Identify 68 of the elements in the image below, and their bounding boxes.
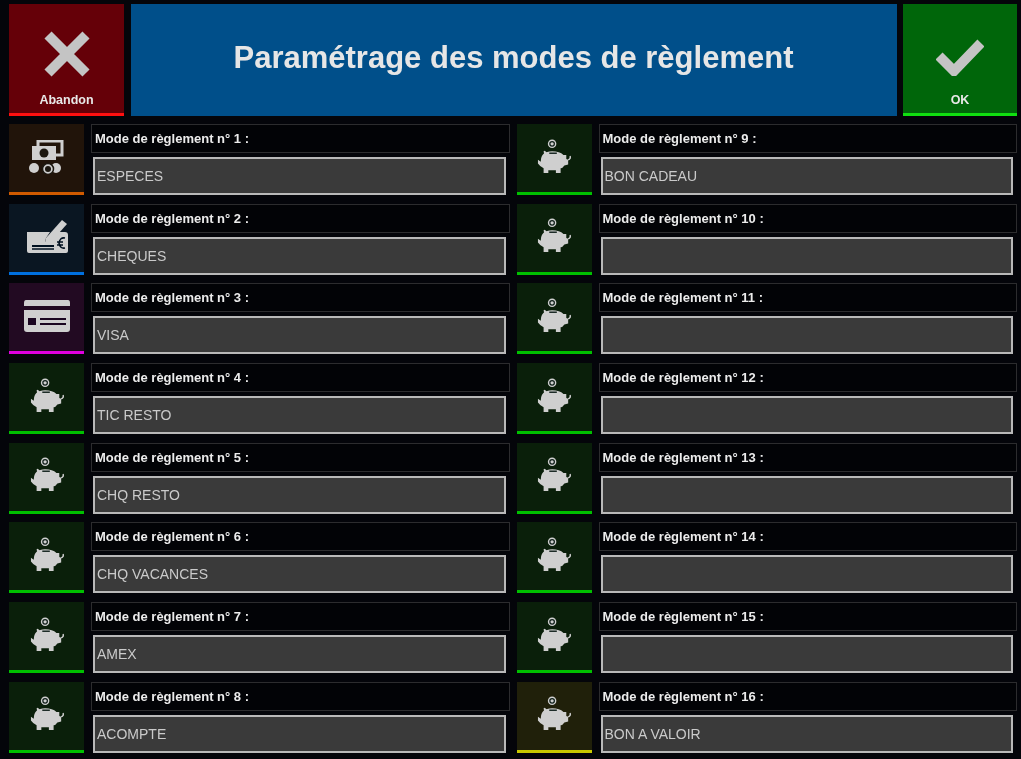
ok-button[interactable]: OK <box>903 4 1017 116</box>
input-field[interactable]: BON A VALOIR <box>600 714 1013 753</box>
field-label: Mode de règlement n° 3 : <box>91 283 510 313</box>
payment-type-button[interactable] <box>9 681 84 753</box>
cancel-button[interactable]: Abandon <box>9 4 124 116</box>
field-label: Mode de règlement n° 8 : <box>91 681 510 711</box>
payment-type-button[interactable] <box>516 283 592 355</box>
field-label: Mode de règlement n° 12 : <box>598 363 1017 393</box>
piggy-bank-icon <box>29 696 64 733</box>
field-label: Mode de règlement n° 16 : <box>598 681 1017 711</box>
input-field[interactable]: CHQ RESTO <box>93 475 506 514</box>
field-label: Mode de règlement n° 6 : <box>91 522 510 552</box>
field-label: Mode de règlement n° 2 : <box>91 203 510 233</box>
field-label: Mode de règlement n° 13 : <box>598 442 1017 472</box>
piggy-bank-icon <box>537 377 571 414</box>
field-label: Mode de règlement n° 4 : <box>91 363 510 393</box>
piggy-bank-icon <box>537 218 571 255</box>
card-icon <box>22 298 71 333</box>
payment-type-button[interactable] <box>9 203 84 275</box>
input-field[interactable]: CHQ VACANCES <box>93 555 506 594</box>
input-field[interactable] <box>600 475 1013 514</box>
payment-type-button[interactable] <box>9 363 84 435</box>
payment-type-button[interactable] <box>516 522 592 594</box>
piggy-bank-icon <box>29 616 64 653</box>
input-field[interactable] <box>600 635 1013 674</box>
piggy-bank-icon <box>537 616 571 653</box>
piggy-bank-icon <box>29 457 64 494</box>
input-field[interactable]: ESPECES <box>93 157 506 195</box>
input-field[interactable]: CHEQUES <box>93 236 506 275</box>
payment-type-button[interactable] <box>516 602 592 674</box>
payment-type-button[interactable] <box>516 124 592 195</box>
field-label: Mode de règlement n° 14 : <box>598 522 1017 552</box>
field-label: Mode de règlement n° 1 : <box>91 124 510 153</box>
input-field[interactable] <box>600 396 1013 435</box>
piggy-bank-icon <box>537 138 571 175</box>
piggy-bank-icon <box>537 297 571 334</box>
field-label: Mode de règlement n° 7 : <box>91 602 510 632</box>
input-field[interactable]: AMEX <box>93 635 506 674</box>
input-field[interactable]: BON CADEAU <box>600 157 1013 195</box>
payment-type-button[interactable] <box>9 442 84 514</box>
close-icon <box>42 30 91 78</box>
page-title: Paramétrage des modes de règlement <box>233 40 794 76</box>
input-field[interactable] <box>600 236 1013 275</box>
payment-type-button[interactable] <box>9 124 84 195</box>
payment-type-button[interactable] <box>9 602 84 674</box>
piggy-bank-icon <box>537 536 571 573</box>
payment-type-button[interactable] <box>516 203 592 275</box>
field-label: Mode de règlement n° 9 : <box>598 124 1017 153</box>
banknotes-coins-icon <box>27 139 66 174</box>
field-label: Mode de règlement n° 10 : <box>598 203 1017 233</box>
payment-type-button[interactable] <box>516 442 592 514</box>
piggy-bank-icon <box>29 377 64 414</box>
input-field[interactable] <box>600 555 1013 594</box>
payment-type-button[interactable] <box>9 283 84 355</box>
input-field[interactable]: TIC RESTO <box>93 396 506 435</box>
field-label: Mode de règlement n° 11 : <box>598 283 1017 313</box>
payment-type-button[interactable] <box>516 681 592 753</box>
checkmark-icon <box>936 38 984 76</box>
piggy-bank-icon <box>537 696 571 733</box>
piggy-bank-icon <box>537 457 571 494</box>
input-field[interactable]: ACOMPTE <box>93 714 506 753</box>
input-field[interactable]: VISA <box>93 316 506 355</box>
payment-type-button[interactable] <box>516 363 592 435</box>
field-label: Mode de règlement n° 15 : <box>598 602 1017 632</box>
field-label: Mode de règlement n° 5 : <box>91 442 510 472</box>
input-field[interactable] <box>600 316 1013 355</box>
piggy-bank-icon <box>29 536 64 573</box>
payment-type-button[interactable] <box>9 522 84 594</box>
